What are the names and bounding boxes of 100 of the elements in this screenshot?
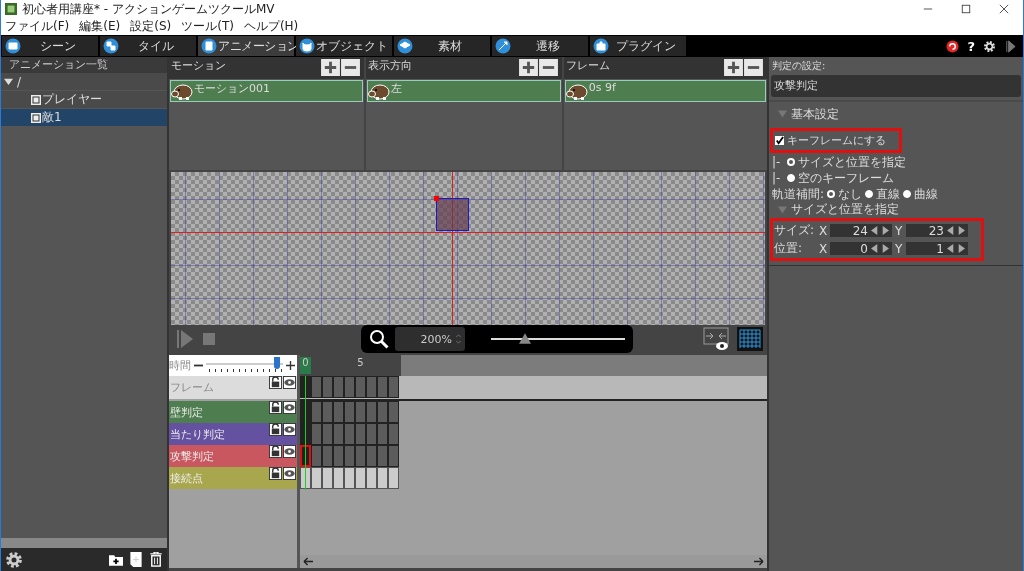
frame-cell[interactable] xyxy=(377,423,388,445)
frame-cell[interactable] xyxy=(333,445,344,467)
frame-cell[interactable] xyxy=(377,467,388,489)
menu-item[interactable]: 編集(E) xyxy=(79,18,121,35)
frame-cell[interactable] xyxy=(388,423,399,445)
frame-cell[interactable] xyxy=(388,376,399,398)
frame-cell[interactable] xyxy=(388,467,399,489)
frame-cell[interactable] xyxy=(344,401,355,423)
frame-cell[interactable] xyxy=(344,376,355,398)
list-item[interactable]: モーション001 xyxy=(170,80,364,102)
lock-icon[interactable] xyxy=(269,467,282,480)
add-icon[interactable] xyxy=(321,59,341,76)
zoom-field[interactable]: 200% xyxy=(395,327,465,351)
stepper-arrows-icon[interactable] xyxy=(870,226,890,235)
tree-item[interactable]: 敵1 xyxy=(1,109,167,127)
eye-icon[interactable] xyxy=(283,445,296,458)
frame-number[interactable]: 5 xyxy=(355,357,366,374)
frame-cell[interactable] xyxy=(333,401,344,423)
radio-button[interactable] xyxy=(903,190,912,198)
add-file-icon[interactable] xyxy=(129,552,143,567)
slider-thumb[interactable] xyxy=(518,333,531,344)
trash-icon[interactable] xyxy=(149,552,163,567)
grid-icon[interactable] xyxy=(737,327,763,351)
scroll-right-icon[interactable] xyxy=(753,557,764,566)
frame-cell[interactable] xyxy=(388,445,399,467)
eye-icon[interactable] xyxy=(283,423,296,436)
scrollbar[interactable] xyxy=(1,538,167,548)
frame-cell[interactable] xyxy=(300,423,311,445)
frame-cell[interactable] xyxy=(300,467,311,489)
expand-arrow-icon[interactable] xyxy=(4,77,13,86)
frame-cell[interactable] xyxy=(366,445,377,467)
frame-cell[interactable] xyxy=(333,423,344,445)
frame-cell[interactable] xyxy=(333,376,344,398)
list-item[interactable]: 左 xyxy=(367,80,561,102)
track-header[interactable]: 攻撃判定 xyxy=(169,445,297,467)
frame-cell[interactable] xyxy=(366,423,377,445)
frame-cell[interactable] xyxy=(344,445,355,467)
frame-cell[interactable] xyxy=(322,467,333,489)
settings-icon[interactable] xyxy=(983,39,996,53)
help-button[interactable]: ? xyxy=(967,38,975,54)
number-field[interactable]: 1 xyxy=(906,242,968,255)
frame-cell[interactable] xyxy=(355,467,366,489)
frame-cell[interactable] xyxy=(366,376,377,398)
frame-cell[interactable] xyxy=(311,376,322,398)
frame-cell[interactable] xyxy=(311,423,322,445)
eye-icon[interactable] xyxy=(283,401,296,414)
frame-cell[interactable] xyxy=(377,401,388,423)
radio-button[interactable] xyxy=(827,190,836,198)
tab[interactable]: 素材 xyxy=(394,36,490,56)
frame-cell[interactable] xyxy=(377,445,388,467)
play-icon[interactable] xyxy=(1004,39,1017,53)
lock-icon[interactable] xyxy=(269,376,282,389)
undo-icon[interactable] xyxy=(946,39,960,53)
time-slider[interactable] xyxy=(206,356,283,375)
add-icon[interactable] xyxy=(518,59,538,76)
plus-icon[interactable] xyxy=(286,361,295,370)
radio-button[interactable] xyxy=(787,158,795,166)
frame-cell[interactable] xyxy=(366,401,377,423)
add-folder-icon[interactable] xyxy=(109,552,123,567)
frame-cell[interactable] xyxy=(300,445,311,467)
frame-cell[interactable] xyxy=(311,445,322,467)
frame-cell[interactable] xyxy=(311,467,322,489)
remove-icon[interactable] xyxy=(538,59,558,76)
swap-view-icon[interactable] xyxy=(703,327,729,351)
frame-cell[interactable] xyxy=(355,423,366,445)
scroll-left-icon[interactable] xyxy=(303,557,314,566)
frame-cell[interactable] xyxy=(333,467,344,489)
frame-cell[interactable] xyxy=(344,423,355,445)
menu-item[interactable]: ツール(T) xyxy=(181,18,234,35)
frame-cell[interactable] xyxy=(311,401,322,423)
stepper-arrows-icon[interactable] xyxy=(946,244,966,253)
frame-cell[interactable] xyxy=(322,423,333,445)
eye-icon[interactable] xyxy=(283,376,296,389)
search-icon[interactable] xyxy=(369,329,389,349)
stepper-arrows-icon[interactable] xyxy=(946,226,966,235)
tab[interactable]: プラグイン xyxy=(590,36,686,56)
frame-cell[interactable] xyxy=(300,376,311,398)
stepper-arrows-icon[interactable] xyxy=(870,244,890,253)
add-icon[interactable] xyxy=(724,59,743,76)
resize-handle[interactable] xyxy=(434,196,439,201)
maximize-icon[interactable] xyxy=(961,4,971,14)
frame-cell[interactable] xyxy=(300,401,311,423)
name-field[interactable]: 攻撃判定 xyxy=(771,75,1021,97)
frame-cell[interactable] xyxy=(388,401,399,423)
radio-button[interactable] xyxy=(865,190,874,198)
frame-cell[interactable] xyxy=(322,401,333,423)
tab[interactable]: シーン xyxy=(2,36,98,56)
number-field[interactable]: 24 xyxy=(830,224,892,237)
eye-icon[interactable] xyxy=(283,467,296,480)
close-icon[interactable] xyxy=(999,4,1009,14)
list-item[interactable]: 0s 9f xyxy=(564,80,766,102)
menu-item[interactable]: ヘルプ(H) xyxy=(243,18,299,35)
frame-cell[interactable] xyxy=(366,467,377,489)
number-field[interactable]: 0 xyxy=(830,242,892,255)
track-header[interactable]: 壁判定 xyxy=(169,401,297,423)
tab[interactable]: タイル xyxy=(100,36,196,56)
frame-cell[interactable] xyxy=(355,376,366,398)
menu-item[interactable]: ファイル(F) xyxy=(5,18,70,35)
frame-cell[interactable] xyxy=(377,376,388,398)
lock-icon[interactable] xyxy=(269,401,282,414)
